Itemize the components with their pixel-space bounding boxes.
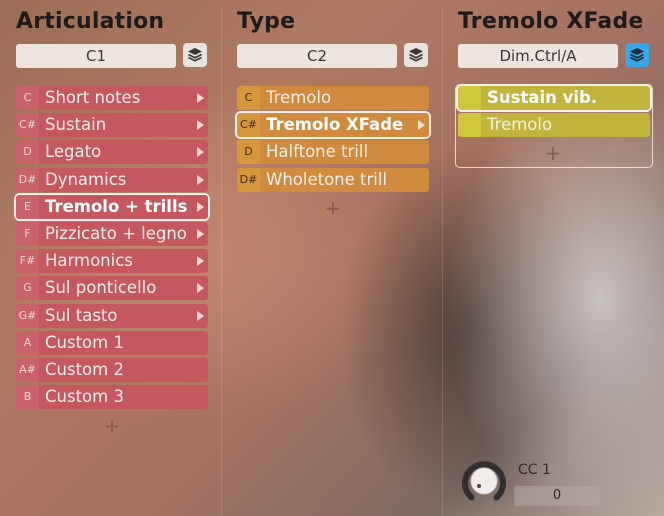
- list-item-key: D#: [16, 167, 39, 192]
- list-item[interactable]: C# Sustain: [16, 113, 208, 138]
- chevron-right-icon[interactable]: [197, 120, 204, 131]
- type-title: Type: [237, 9, 296, 34]
- chevron-right-icon[interactable]: [197, 310, 204, 321]
- list-item-key: D#: [237, 167, 260, 192]
- list-item[interactable]: D# Dynamics: [16, 167, 208, 192]
- articulation-add-button[interactable]: +: [102, 416, 122, 436]
- list-item-label: Dynamics: [39, 167, 208, 192]
- chevron-right-icon[interactable]: [197, 228, 204, 239]
- list-item-key: E: [16, 194, 39, 219]
- xfade-layers-button[interactable]: [625, 43, 649, 67]
- list-item[interactable]: A# Custom 2: [16, 357, 208, 382]
- articulation-layers-button[interactable]: [183, 43, 207, 67]
- articulation-title: Articulation: [16, 9, 165, 34]
- type-add-button[interactable]: +: [323, 198, 343, 218]
- list-item-label: Custom 2: [39, 357, 208, 382]
- cc-value-field[interactable]: 0: [514, 486, 600, 506]
- articulation-list: C Short notes C# Sustain D Legato D# Dynamics E T…: [14, 86, 210, 412]
- list-item-label: Halftone trill: [260, 140, 429, 165]
- list-item-label: Wholetone trill: [260, 167, 429, 192]
- list-item[interactable]: G# Sul tasto: [16, 303, 208, 328]
- xfade-title: Tremolo XFade: [458, 9, 644, 34]
- xfade-add-button[interactable]: +: [543, 143, 563, 163]
- list-item-key: A: [16, 330, 39, 355]
- list-item[interactable]: Sustain vib.: [456, 84, 652, 112]
- list-item-key: C#: [237, 113, 260, 138]
- list-item[interactable]: G Sul ponticello: [16, 276, 208, 301]
- list-item-label: Tremolo: [260, 86, 429, 110]
- chevron-right-icon[interactable]: [197, 256, 204, 267]
- knob-icon: [462, 461, 506, 501]
- list-item-key: F#: [16, 249, 39, 274]
- list-item-label: Tremolo: [481, 113, 650, 138]
- list-item[interactable]: F# Harmonics: [16, 249, 208, 274]
- list-item-label: Sul tasto: [39, 303, 208, 328]
- list-item-key: D: [16, 140, 39, 165]
- type-layers-button[interactable]: [404, 43, 428, 67]
- chevron-right-icon[interactable]: [197, 283, 204, 294]
- list-item[interactable]: C Tremolo: [237, 86, 429, 110]
- list-item-label: Sustain: [39, 113, 208, 138]
- chevron-right-icon[interactable]: [197, 147, 204, 158]
- articulation-selector[interactable]: C1: [16, 44, 176, 68]
- layers-icon: [188, 48, 202, 62]
- list-item[interactable]: B Custom 3: [16, 385, 208, 410]
- list-item-key: [458, 86, 481, 110]
- list-item-key: F: [16, 221, 39, 246]
- list-item-label: Custom 1: [39, 330, 208, 355]
- column-divider-2: [442, 8, 443, 516]
- column-divider-1: [221, 8, 222, 516]
- list-item[interactable]: C# Tremolo XFade: [235, 111, 431, 140]
- cc-label: CC 1: [518, 462, 551, 478]
- list-item-label: Tremolo + trills: [39, 194, 208, 219]
- list-item-label: Legato: [39, 140, 208, 165]
- list-item-key: G#: [16, 303, 39, 328]
- chevron-right-icon[interactable]: [418, 120, 425, 131]
- list-item-key: C#: [16, 113, 39, 138]
- list-item-label: Short notes: [39, 86, 208, 110]
- list-item[interactable]: F Pizzicato + legno: [16, 221, 208, 246]
- list-item[interactable]: Tremolo: [458, 113, 650, 138]
- list-item-key: G: [16, 276, 39, 301]
- list-item[interactable]: D# Wholetone trill: [237, 167, 429, 192]
- list-item[interactable]: E Tremolo + trills: [14, 192, 210, 221]
- list-item-label: Custom 3: [39, 385, 208, 410]
- list-item-key: A#: [16, 357, 39, 382]
- type-list: C Tremolo C# Tremolo XFade D Halftone trill D#…: [235, 86, 431, 195]
- list-item-label: Sustain vib.: [481, 86, 650, 110]
- list-item-key: [458, 113, 481, 138]
- xfade-list: Sustain vib. Tremolo: [456, 84, 652, 140]
- list-item[interactable]: A Custom 1: [16, 330, 208, 355]
- type-selector[interactable]: C2: [237, 44, 397, 68]
- chevron-right-icon[interactable]: [197, 174, 204, 185]
- list-item[interactable]: D Halftone trill: [237, 140, 429, 165]
- list-item-label: Pizzicato + legno: [39, 221, 208, 246]
- layers-icon: [409, 48, 423, 62]
- list-item-key: D: [237, 140, 260, 165]
- list-item-label: Sul ponticello: [39, 276, 208, 301]
- list-item-key: C: [237, 86, 260, 110]
- cc-knob[interactable]: [458, 455, 510, 507]
- list-item[interactable]: C Short notes: [16, 86, 208, 110]
- list-item[interactable]: D Legato: [16, 140, 208, 165]
- list-item-key: B: [16, 385, 39, 410]
- layers-icon: [630, 48, 644, 62]
- list-item-label: Harmonics: [39, 249, 208, 274]
- list-item-key: C: [16, 86, 39, 110]
- chevron-right-icon[interactable]: [197, 93, 204, 103]
- list-item-label: Tremolo XFade: [260, 113, 429, 138]
- chevron-right-icon[interactable]: [197, 201, 204, 212]
- xfade-selector[interactable]: Dim.Ctrl/A: [458, 44, 618, 68]
